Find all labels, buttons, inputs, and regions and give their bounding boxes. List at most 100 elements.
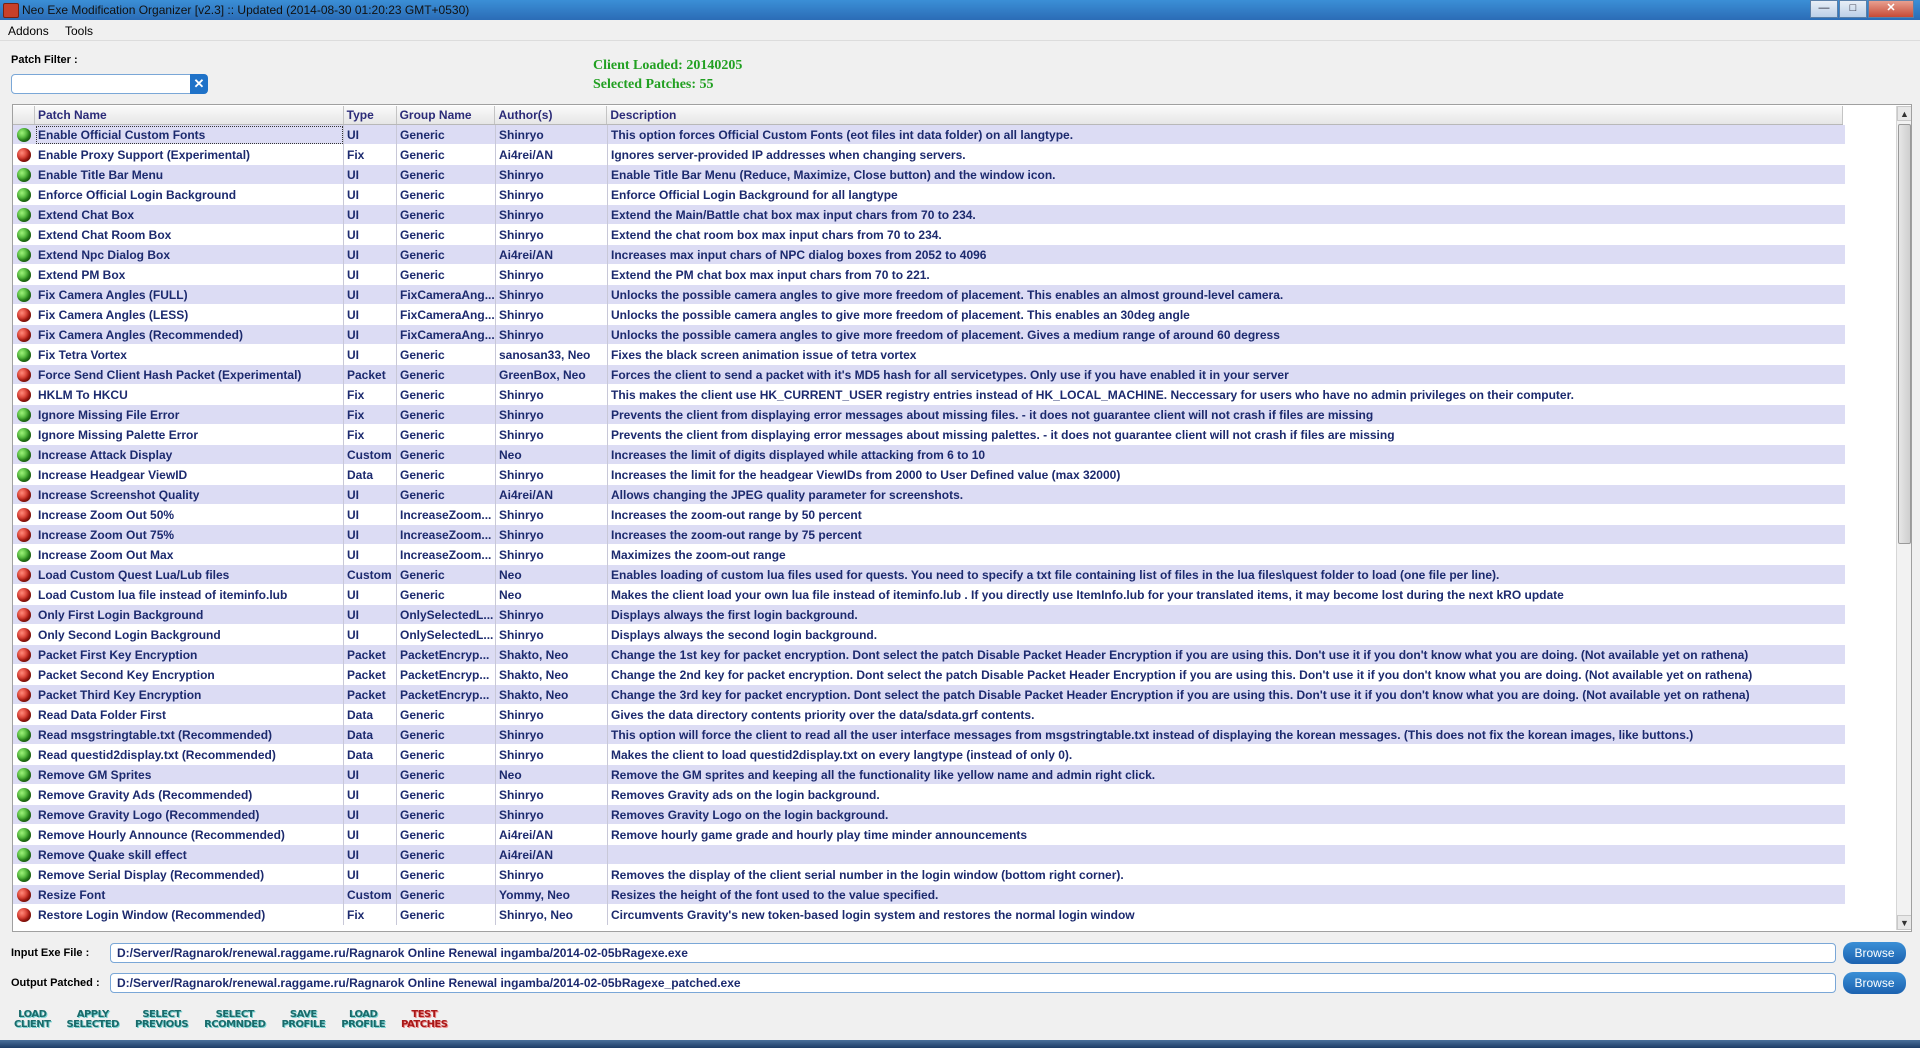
table-row[interactable]: Remove Gravity Ads (Recommended) UI Generi… [13,785,1845,805]
table-row[interactable]: Enable Official Custom Fonts UI Generic Shi… [13,125,1845,145]
status-cell[interactable] [13,845,35,865]
status-cell[interactable] [13,545,35,565]
table-row[interactable]: Extend Chat Box UI Generic Shinryo Extend th… [13,205,1845,225]
column-header-patch-name[interactable]: Patch Name [35,106,344,124]
status-cell[interactable] [13,225,35,245]
status-column-header[interactable] [13,106,35,124]
status-cell[interactable] [13,905,35,925]
menu-addons[interactable]: Addons [8,24,49,38]
status-cell[interactable] [13,425,35,445]
table-row[interactable]: Remove Quake skill effect UI Generic Ai4rei… [13,845,1845,865]
status-cell[interactable] [13,645,35,665]
maximize-button[interactable]: □ [1839,0,1867,18]
close-button[interactable]: ✕ [1868,0,1914,18]
table-row[interactable]: Increase Attack Display Custom Generic Neo I… [13,445,1845,465]
table-row[interactable]: Read Data Folder First Data Generic Shinryo… [13,705,1845,725]
table-row[interactable]: Packet First Key Encryption Packet PacketE… [13,645,1845,665]
status-cell[interactable] [13,805,35,825]
table-row[interactable]: Restore Login Window (Recommended) Fix Gen… [13,905,1845,925]
table-row[interactable]: Read msgstringtable.txt (Recommended) Dat… [13,725,1845,745]
menu-tools[interactable]: Tools [65,24,93,38]
table-row[interactable]: Load Custom lua file instead of iteminfo… [13,585,1845,605]
table-row[interactable]: HKLM To HKCU Fix Generic Shinryo This makes … [13,385,1845,405]
status-cell[interactable] [13,665,35,685]
scrollbar-thumb[interactable] [1898,124,1911,544]
table-row[interactable]: Packet Second Key Encryption Packet Packet… [13,665,1845,685]
toolbar-button-apply-selected[interactable]: APPLY SELECTED [66,1010,119,1030]
status-cell[interactable] [13,505,35,525]
minimize-button[interactable]: — [1810,0,1838,18]
table-row[interactable]: Load Custom Quest Lua/Lub files Custom Gen… [13,565,1845,585]
table-row[interactable]: Fix Camera Angles (LESS) UI FixCameraAng..… [13,305,1845,325]
column-header-authors[interactable]: Author(s) [495,106,608,124]
toolbar-button-save-profile[interactable]: SAVE PROFILE [281,1010,325,1030]
status-cell[interactable] [13,565,35,585]
status-cell[interactable] [13,585,35,605]
status-cell[interactable] [13,165,35,185]
status-cell[interactable] [13,525,35,545]
browse-output-button[interactable]: Browse [1843,972,1906,994]
table-row[interactable]: Extend PM Box UI Generic Shinryo Extend the … [13,265,1845,285]
status-cell[interactable] [13,465,35,485]
table-row[interactable]: Remove Hourly Announce (Recommended) UI Ge… [13,825,1845,845]
scroll-down-icon[interactable]: ▼ [1897,915,1911,930]
status-cell[interactable] [13,405,35,425]
table-row[interactable]: Extend Npc Dialog Box UI Generic Ai4rei/AN I… [13,245,1845,265]
table-row[interactable]: Ignore Missing File Error Fix Generic Shinr… [13,405,1845,425]
status-cell[interactable] [13,485,35,505]
vertical-scrollbar[interactable]: ▲ ▼ [1896,106,1911,930]
status-cell[interactable] [13,865,35,885]
table-row[interactable]: Increase Headgear ViewID Data Generic Shinr… [13,465,1845,485]
table-row[interactable]: Resize Font Custom Generic Yommy, Neo Resize… [13,885,1845,905]
status-cell[interactable] [13,445,35,465]
table-row[interactable]: Enable Proxy Support (Experimental) Fix Ge… [13,145,1845,165]
status-cell[interactable] [13,305,35,325]
table-row[interactable]: Remove Serial Display (Recommended) UI Gen… [13,865,1845,885]
table-row[interactable]: Fix Camera Angles (FULL) UI FixCameraAng..… [13,285,1845,305]
table-row[interactable]: Increase Zoom Out Max UI IncreaseZoom... Sh… [13,545,1845,565]
table-row[interactable]: Ignore Missing Palette Error Fix Generic Sh… [13,425,1845,445]
table-row[interactable]: Fix Camera Angles (Recommended) UI FixCame… [13,325,1845,345]
status-cell[interactable] [13,265,35,285]
clear-filter-icon[interactable]: ✕ [190,74,208,94]
status-cell[interactable] [13,605,35,625]
toolbar-button-test-patches[interactable]: TEST PATCHES [401,1010,448,1030]
status-cell[interactable] [13,125,35,145]
status-cell[interactable] [13,345,35,365]
table-row[interactable]: Remove GM Sprites UI Generic Neo Remove the … [13,765,1845,785]
status-cell[interactable] [13,625,35,645]
status-cell[interactable] [13,245,35,265]
status-cell[interactable] [13,705,35,725]
input-exe-field[interactable] [110,943,1836,963]
status-cell[interactable] [13,385,35,405]
status-cell[interactable] [13,785,35,805]
status-cell[interactable] [13,145,35,165]
status-cell[interactable] [13,185,35,205]
table-row[interactable]: Fix Tetra Vortex UI Generic sanosan33, Neo F… [13,345,1845,365]
table-row[interactable]: Enable Title Bar Menu UI Generic Shinryo Ena… [13,165,1845,185]
status-cell[interactable] [13,725,35,745]
table-row[interactable]: Only Second Login Background UI OnlySelect… [13,625,1845,645]
table-row[interactable]: Increase Zoom Out 50% UI IncreaseZoom... Sh… [13,505,1845,525]
toolbar-button-select-previous[interactable]: SELECT PREVIOUS [135,1010,189,1030]
column-header-description[interactable]: Description [607,106,1843,124]
toolbar-button-load-client[interactable]: LOAD CLIENT [14,1010,51,1030]
patch-filter-input[interactable] [11,74,201,94]
toolbar-button-select-rcomnded[interactable]: SELECT RCOMNDED [204,1010,266,1030]
table-row[interactable]: Read questid2display.txt (Recommended) Da… [13,745,1845,765]
toolbar-button-load-profile[interactable]: LOAD PROFILE [341,1010,385,1030]
status-cell[interactable] [13,365,35,385]
status-cell[interactable] [13,745,35,765]
status-cell[interactable] [13,285,35,305]
table-row[interactable]: Increase Zoom Out 75% UI IncreaseZoom... Sh… [13,525,1845,545]
table-row[interactable]: Increase Screenshot Quality UI Generic Ai4r… [13,485,1845,505]
status-cell[interactable] [13,325,35,345]
table-row[interactable]: Extend Chat Room Box UI Generic Shinryo Exte… [13,225,1845,245]
status-cell[interactable] [13,885,35,905]
table-row[interactable]: Force Send Client Hash Packet (Experimen… [13,365,1845,385]
scroll-up-icon[interactable]: ▲ [1897,106,1911,121]
column-header-group-name[interactable]: Group Name [397,106,496,124]
status-cell[interactable] [13,205,35,225]
table-row[interactable]: Enforce Official Login Background UI Gener… [13,185,1845,205]
output-patched-field[interactable] [110,973,1836,993]
